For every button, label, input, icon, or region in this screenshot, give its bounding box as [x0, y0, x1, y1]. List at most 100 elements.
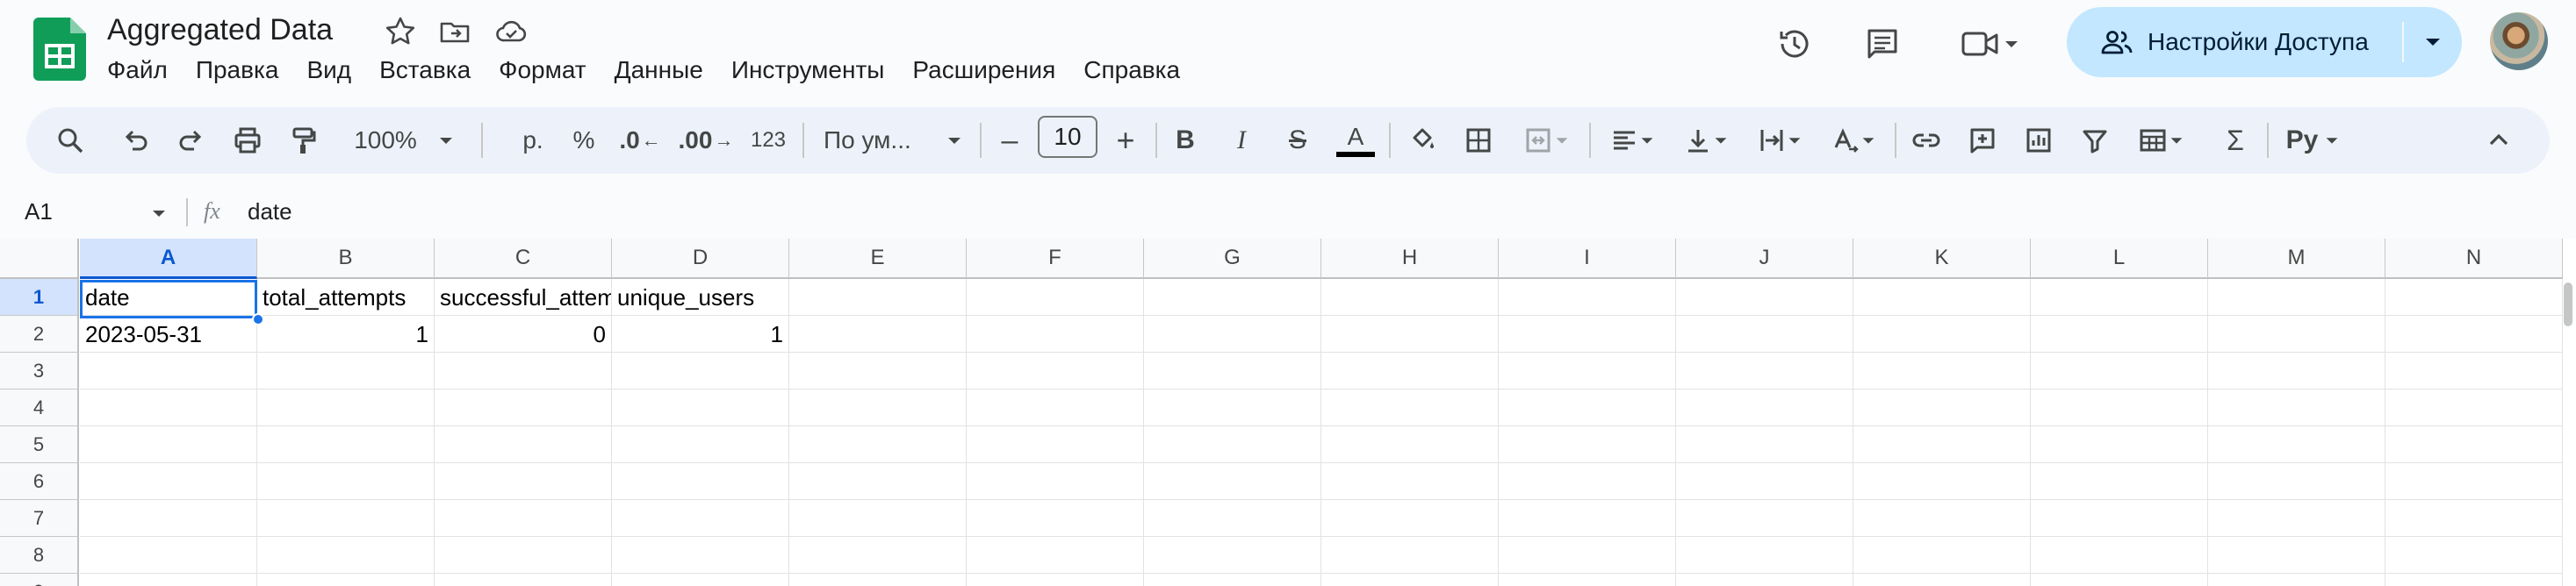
input-tools-button[interactable]: Pу: [2274, 116, 2353, 165]
column-header-l[interactable]: L: [2031, 239, 2208, 279]
cell-c3[interactable]: [435, 353, 612, 389]
cell-g1[interactable]: [1144, 279, 1321, 316]
cell-g2[interactable]: [1144, 316, 1321, 353]
cell-d3[interactable]: [612, 353, 789, 389]
decrease-decimals-button[interactable]: .0 ←: [611, 116, 669, 165]
cell-l3[interactable]: [2031, 353, 2208, 389]
cell-d7[interactable]: [612, 500, 789, 537]
cell-n7[interactable]: [2385, 500, 2563, 537]
share-main-button[interactable]: Настройки Доступа: [2067, 7, 2402, 77]
column-header-b[interactable]: B: [257, 239, 435, 279]
cell-l9[interactable]: [2031, 574, 2208, 586]
cell-j5[interactable]: [1676, 426, 1853, 463]
cell-e6[interactable]: [789, 463, 967, 500]
row-header-7[interactable]: 7: [0, 500, 79, 537]
merge-cells-button[interactable]: [1510, 116, 1584, 165]
row-header-3[interactable]: 3: [0, 353, 79, 389]
cell-h4[interactable]: [1321, 389, 1499, 426]
cell-i6[interactable]: [1499, 463, 1676, 500]
column-header-n[interactable]: N: [2385, 239, 2563, 279]
cell-d5[interactable]: [612, 426, 789, 463]
cell-a6[interactable]: [80, 463, 257, 500]
cell-e8[interactable]: [789, 537, 967, 574]
cell-e3[interactable]: [789, 353, 967, 389]
print-button[interactable]: [223, 116, 272, 165]
row-header-4[interactable]: 4: [0, 389, 79, 426]
cell-n8[interactable]: [2385, 537, 2563, 574]
strikethrough-button[interactable]: S: [1273, 116, 1322, 165]
more-formats-button[interactable]: 123: [738, 116, 799, 165]
cell-f4[interactable]: [967, 389, 1144, 426]
cell-k8[interactable]: [1853, 537, 2031, 574]
cell-j8[interactable]: [1676, 537, 1853, 574]
cell-i5[interactable]: [1499, 426, 1676, 463]
row-header-9[interactable]: 9: [0, 574, 79, 586]
hide-menus-button[interactable]: [2474, 116, 2523, 165]
cell-i3[interactable]: [1499, 353, 1676, 389]
share-button[interactable]: Настройки Доступа: [2067, 7, 2462, 77]
cell-c9[interactable]: [435, 574, 612, 586]
select-all-corner[interactable]: [0, 239, 79, 279]
cell-d1[interactable]: unique_users: [612, 279, 789, 316]
comments-button[interactable]: [1858, 19, 1907, 68]
chevron-down-icon[interactable]: [149, 204, 169, 223]
cell-m5[interactable]: [2208, 426, 2385, 463]
cell-m1[interactable]: [2208, 279, 2385, 316]
cell-m4[interactable]: [2208, 389, 2385, 426]
row-header-8[interactable]: 8: [0, 537, 79, 574]
cell-c1[interactable]: successful_attempts: [435, 279, 612, 316]
cell-c8[interactable]: [435, 537, 612, 574]
cell-j6[interactable]: [1676, 463, 1853, 500]
cell-c6[interactable]: [435, 463, 612, 500]
paint-format-button[interactable]: [279, 116, 328, 165]
cell-j3[interactable]: [1676, 353, 1853, 389]
cell-e1[interactable]: [789, 279, 967, 316]
cell-e2[interactable]: [789, 316, 967, 353]
share-dropdown-button[interactable]: [2404, 7, 2462, 77]
cell-k4[interactable]: [1853, 389, 2031, 426]
cell-l5[interactable]: [2031, 426, 2208, 463]
cell-k3[interactable]: [1853, 353, 2031, 389]
cell-k2[interactable]: [1853, 316, 2031, 353]
cell-f3[interactable]: [967, 353, 1144, 389]
font-size-input[interactable]: 10: [1038, 116, 1097, 158]
cell-f2[interactable]: [967, 316, 1144, 353]
zoom-select[interactable]: 100%: [339, 116, 471, 165]
cell-f1[interactable]: [967, 279, 1144, 316]
cell-b5[interactable]: [257, 426, 435, 463]
fill-handle[interactable]: [252, 313, 264, 325]
cell-n2[interactable]: [2385, 316, 2563, 353]
cell-g7[interactable]: [1144, 500, 1321, 537]
column-header-k[interactable]: K: [1853, 239, 2031, 279]
cell-h8[interactable]: [1321, 537, 1499, 574]
cell-d9[interactable]: [612, 574, 789, 586]
cell-i1[interactable]: [1499, 279, 1676, 316]
cell-i8[interactable]: [1499, 537, 1676, 574]
cell-b1[interactable]: total_attempts: [257, 279, 435, 316]
cell-b4[interactable]: [257, 389, 435, 426]
name-box[interactable]: A1: [25, 191, 53, 232]
cell-l1[interactable]: [2031, 279, 2208, 316]
column-header-h[interactable]: H: [1321, 239, 1499, 279]
decrease-font-size-button[interactable]: –: [985, 116, 1034, 165]
cell-b8[interactable]: [257, 537, 435, 574]
cell-e9[interactable]: [789, 574, 967, 586]
cell-a7[interactable]: [80, 500, 257, 537]
menu-tools[interactable]: Инструменты: [717, 51, 899, 89]
column-header-c[interactable]: C: [435, 239, 612, 279]
cell-i9[interactable]: [1499, 574, 1676, 586]
cell-h9[interactable]: [1321, 574, 1499, 586]
cell-m9[interactable]: [2208, 574, 2385, 586]
cell-g6[interactable]: [1144, 463, 1321, 500]
cell-m7[interactable]: [2208, 500, 2385, 537]
cell-m2[interactable]: [2208, 316, 2385, 353]
move-folder-icon[interactable]: [437, 14, 472, 49]
cell-d8[interactable]: [612, 537, 789, 574]
cell-c4[interactable]: [435, 389, 612, 426]
fill-color-button[interactable]: [1398, 116, 1447, 165]
cell-i4[interactable]: [1499, 389, 1676, 426]
bold-button[interactable]: B: [1161, 116, 1210, 165]
cell-a4[interactable]: [80, 389, 257, 426]
menu-data[interactable]: Данные: [601, 51, 717, 89]
row-header-1[interactable]: 1: [0, 279, 79, 316]
